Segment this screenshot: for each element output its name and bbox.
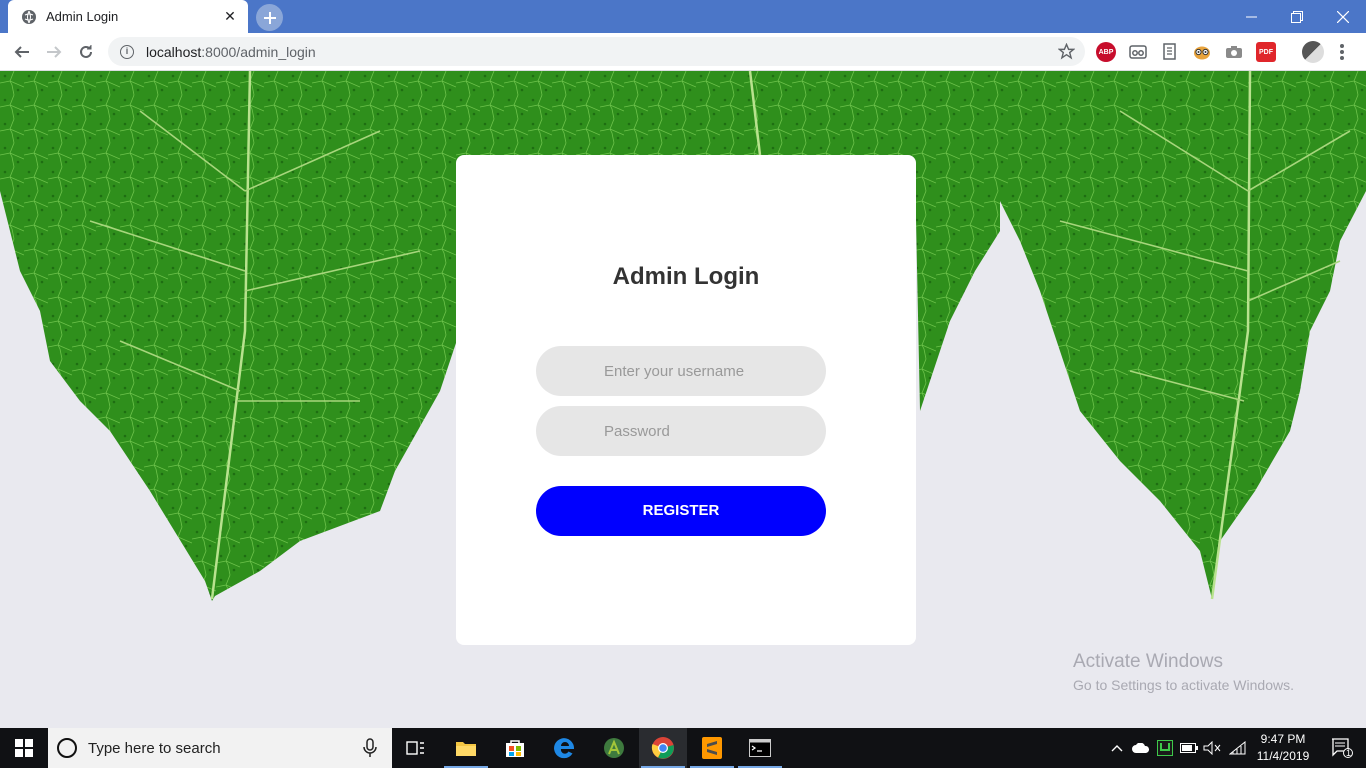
adblock-icon[interactable]: ABP — [1096, 42, 1116, 62]
password-input[interactable] — [536, 406, 826, 456]
url-host: localhost — [146, 43, 202, 60]
volume-muted-icon — [1203, 741, 1221, 755]
browser-toolbar: i localhost:8000/admin_login ABP PDF — [0, 33, 1366, 71]
reload-icon — [80, 45, 92, 58]
clock-date: 11/4/2019 — [1256, 749, 1310, 763]
page-viewport: Admin Login REGISTER Activate Windows Go… — [0, 71, 1366, 728]
show-hidden-icons-button[interactable] — [1106, 728, 1128, 768]
onedrive-tray-button[interactable] — [1130, 728, 1152, 768]
chevron-up-icon — [1111, 745, 1123, 752]
chrome-button[interactable] — [639, 728, 687, 768]
camera-icon[interactable] — [1224, 42, 1244, 62]
battery-icon — [1180, 743, 1198, 753]
address-bar[interactable]: i localhost:8000/admin_login — [108, 37, 1085, 66]
browser-titlebar: Admin Login ✕ — [0, 0, 1366, 33]
globe-icon — [22, 9, 36, 24]
microphone-icon[interactable] — [363, 738, 377, 758]
new-tab-button[interactable] — [256, 4, 283, 31]
restore-button[interactable] — [1274, 0, 1320, 33]
watermark-title: Activate Windows — [1073, 651, 1223, 672]
sublime-text-icon — [702, 737, 722, 759]
network-tray-button[interactable] — [1227, 728, 1249, 768]
command-prompt-button[interactable] — [736, 728, 784, 768]
username-input[interactable] — [536, 346, 826, 396]
menu-dot — [1340, 50, 1344, 54]
tab-title: Admin Login — [46, 9, 119, 24]
activate-windows-watermark: Activate Windows Go to Settings to activ… — [1073, 651, 1294, 693]
edge-icon — [554, 738, 575, 759]
windows-logo-icon — [15, 739, 33, 757]
edge-browser-button[interactable] — [541, 728, 589, 768]
document-icon[interactable] — [1160, 42, 1180, 62]
forward-button[interactable] — [42, 40, 66, 64]
sublime-text-button[interactable] — [688, 728, 736, 768]
extensions-area: ABP PDF — [1096, 42, 1276, 62]
taskbar-search-box[interactable]: Type here to search — [48, 728, 392, 768]
green-app-icon — [1157, 740, 1173, 756]
url-path: :8000/admin_login — [201, 43, 316, 60]
system-clock[interactable]: 9:47 PM 11/4/2019 — [1252, 731, 1314, 765]
notification-count: 1 — [1346, 748, 1352, 758]
minimize-icon — [1245, 16, 1257, 18]
eyeglasses-icon[interactable] — [1128, 42, 1148, 62]
search-placeholder: Type here to search — [88, 739, 221, 757]
forward-arrow-icon — [47, 46, 62, 58]
windows-taskbar: Type here to search 9:47 PM 11/4/2019 1 — [0, 728, 1366, 768]
reload-button[interactable] — [74, 40, 98, 64]
site-info-icon[interactable]: i — [120, 44, 134, 59]
login-title: Admin Login — [612, 263, 760, 290]
pdf-icon[interactable]: PDF — [1256, 42, 1276, 62]
browser-tab[interactable]: Admin Login ✕ — [8, 0, 248, 33]
register-button[interactable]: REGISTER — [536, 486, 826, 536]
bookmark-star-icon[interactable] — [1058, 43, 1075, 60]
app-tray-button[interactable] — [1154, 728, 1176, 768]
owl-icon[interactable] — [1192, 42, 1212, 62]
start-button[interactable] — [0, 728, 48, 768]
clock-time: 9:47 PM — [1260, 732, 1306, 746]
volume-tray-button[interactable] — [1201, 728, 1223, 768]
store-bag-icon — [506, 740, 524, 757]
terminal-icon — [749, 739, 771, 757]
store-button[interactable] — [491, 728, 539, 768]
wifi-icon — [1229, 741, 1246, 755]
browser-menu-button[interactable] — [1336, 42, 1348, 62]
cloud-icon — [1132, 743, 1149, 753]
file-explorer-button[interactable] — [442, 728, 490, 768]
task-view-icon — [406, 741, 424, 755]
profile-avatar[interactable] — [1302, 41, 1324, 63]
window-controls — [1228, 0, 1366, 33]
menu-dot — [1340, 44, 1344, 48]
back-button[interactable] — [10, 40, 34, 64]
cortana-icon — [57, 738, 77, 758]
close-icon — [1337, 10, 1349, 23]
tab-close-icon[interactable]: ✕ — [220, 7, 240, 27]
android-studio-button[interactable] — [590, 728, 638, 768]
login-card: Admin Login REGISTER — [456, 155, 916, 645]
restore-icon — [1291, 10, 1303, 23]
folder-icon — [456, 742, 476, 756]
minimize-button[interactable] — [1228, 0, 1274, 33]
action-center-button[interactable]: 1 — [1318, 728, 1366, 768]
plus-icon — [263, 11, 276, 24]
close-window-button[interactable] — [1320, 0, 1366, 33]
battery-tray-button[interactable] — [1178, 728, 1200, 768]
back-arrow-icon — [14, 46, 29, 58]
android-studio-icon — [604, 738, 624, 758]
chrome-icon — [651, 737, 674, 759]
menu-dot — [1340, 56, 1344, 60]
task-view-button[interactable] — [392, 728, 440, 768]
watermark-subtitle: Go to Settings to activate Windows. — [1073, 677, 1294, 693]
